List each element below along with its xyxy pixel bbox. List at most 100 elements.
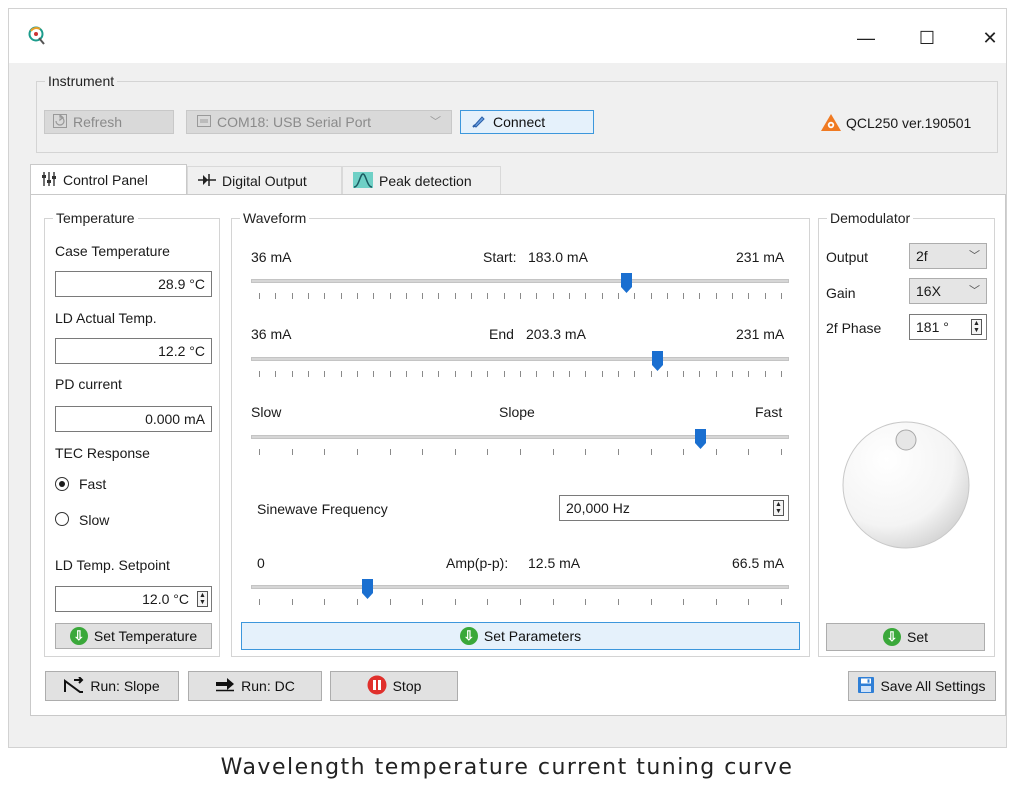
slider-tick (569, 293, 570, 299)
slider-tick (585, 599, 586, 605)
port-select[interactable]: COM18: USB Serial Port ﹀ (186, 110, 452, 134)
slider-tick (618, 293, 619, 299)
slope-slider-track[interactable] (251, 435, 789, 439)
slider-tick (259, 599, 260, 605)
slider-tick (471, 293, 472, 299)
slider-tick (275, 293, 276, 299)
run-slope-button[interactable]: Run: Slope (45, 671, 179, 701)
run-dc-button[interactable]: Run: DC (188, 671, 322, 701)
spin-up-down-icon[interactable]: ▲ ▼ (971, 319, 982, 335)
start-slider-thumb[interactable] (621, 273, 632, 293)
slope-slider-ticks (259, 449, 782, 455)
temperature-group-label: Temperature (56, 210, 135, 226)
amp-slider-thumb[interactable] (362, 579, 373, 599)
slider-tick (651, 293, 652, 299)
phase-knob[interactable] (841, 420, 971, 553)
ld-temp-setpoint-value: 12.0 °C (142, 591, 189, 607)
tab-digital-output-label: Digital Output (222, 173, 307, 189)
phase-input[interactable]: 181 ° ▲ ▼ (909, 314, 987, 340)
tab-digital-output[interactable]: Digital Output (187, 166, 342, 195)
gain-value: 16X (916, 283, 941, 299)
start-slider-track[interactable] (251, 279, 789, 283)
slider-tick (259, 449, 260, 455)
slider-tick (520, 371, 521, 377)
pd-current-value: 0.000 mA (55, 406, 212, 432)
demodulator-group-label: Demodulator (830, 210, 911, 226)
end-slider-track[interactable] (251, 357, 789, 361)
slider-tick (487, 293, 488, 299)
save-all-settings-button[interactable]: Save All Settings (848, 671, 996, 701)
slider-tick (748, 599, 749, 605)
spin-up-down-icon[interactable]: ▲ ▼ (197, 591, 208, 607)
refresh-button[interactable]: Refresh (44, 110, 174, 134)
end-slider-ticks (259, 371, 782, 377)
amp-value-label: 12.5 mA (528, 555, 581, 571)
slider-tick (324, 449, 325, 455)
demodulator-set-button[interactable]: Set (826, 623, 985, 651)
tab-control-panel[interactable]: Control Panel (30, 164, 187, 195)
amp-slider-track[interactable] (251, 585, 789, 589)
slider-tick (259, 371, 260, 377)
close-button[interactable]: ✕ (967, 23, 1013, 53)
start-slider-ticks (259, 293, 782, 299)
tab-control-panel-label: Control Panel (63, 172, 148, 188)
amp-slider-ticks (259, 599, 782, 605)
gain-label: Gain (826, 285, 856, 301)
download-arrow-icon (69, 627, 88, 645)
slider-tick (699, 371, 700, 377)
end-prefix-label: End (489, 326, 514, 342)
tab-peak-detection[interactable]: Peak detection (342, 166, 501, 195)
output-select[interactable]: 2f ﹀ (909, 243, 987, 269)
slider-tick (553, 599, 554, 605)
slider-tick (667, 371, 668, 377)
connect-button[interactable]: Connect (460, 110, 594, 134)
slider-tick (422, 449, 423, 455)
slider-tick (683, 371, 684, 377)
slider-tick (634, 293, 635, 299)
slider-tick (781, 449, 782, 455)
refresh-label: Refresh (73, 114, 123, 130)
maximize-button[interactable]: ☐ (904, 23, 950, 53)
device-version-label: QCL250 ver.190501 (846, 115, 972, 131)
slider-tick (732, 293, 733, 299)
tec-fast-radio[interactable] (55, 477, 69, 491)
slider-tick (585, 449, 586, 455)
slider-tick (716, 599, 717, 605)
gain-select[interactable]: 16X ﹀ (909, 278, 987, 304)
amp-prefix-label: Amp(p-p): (446, 555, 509, 571)
save-floppy-icon (858, 676, 875, 696)
set-temperature-button[interactable]: Set Temperature (55, 623, 212, 649)
amp-min-label: 0 (257, 555, 265, 571)
slider-tick (667, 293, 668, 299)
end-slider-thumb[interactable] (652, 351, 663, 371)
slider-tick (438, 371, 439, 377)
slider-tick (373, 371, 374, 377)
ld-temp-setpoint-input[interactable]: 12.0 °C ▲ ▼ (55, 586, 212, 612)
set-parameters-button[interactable]: Set Parameters (241, 622, 800, 650)
slider-tick (618, 599, 619, 605)
slider-tick (683, 599, 684, 605)
ld-actual-temp-value: 12.2 °C (55, 338, 212, 364)
minimize-button[interactable]: — (843, 23, 889, 53)
slider-tick (536, 371, 537, 377)
slider-tick (781, 599, 782, 605)
slider-tick (683, 293, 684, 299)
output-value: 2f (916, 248, 928, 264)
save-all-settings-label: Save All Settings (880, 678, 986, 694)
ld-temp-setpoint-label: LD Temp. Setpoint (55, 557, 170, 573)
slider-tick (504, 293, 505, 299)
tec-slow-radio[interactable] (55, 512, 69, 526)
spin-up-down-icon[interactable]: ▲ ▼ (773, 500, 784, 516)
end-min-label: 36 mA (251, 326, 292, 342)
peak-curve-icon (353, 171, 373, 191)
slider-tick (373, 293, 374, 299)
sliders-icon (41, 171, 57, 190)
slider-tick (553, 293, 554, 299)
slope-slider-thumb[interactable] (695, 429, 706, 449)
stop-button[interactable]: Stop (330, 671, 458, 701)
slider-tick (553, 371, 554, 377)
sinewave-frequency-input[interactable]: 20,000 Hz ▲ ▼ (559, 495, 789, 521)
start-value-label: 183.0 mA (528, 249, 588, 265)
port-value: COM18: USB Serial Port (217, 114, 372, 130)
slope-ramp-icon (64, 675, 84, 696)
